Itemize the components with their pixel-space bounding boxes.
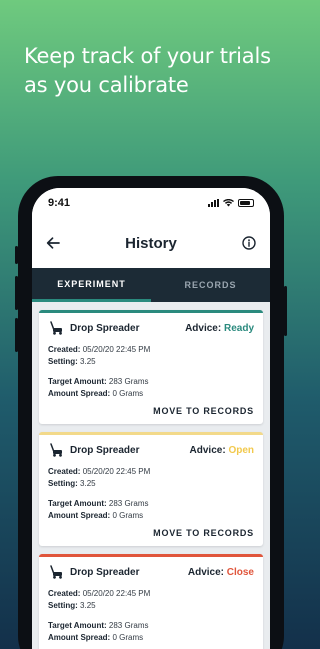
- created-line: Created: 05/20/20 22:45 PM: [48, 588, 254, 600]
- setting-label: Setting:: [48, 479, 78, 488]
- target-line: Target Amount: 283 Grams: [48, 620, 254, 632]
- info-button[interactable]: [238, 232, 260, 254]
- battery-icon: [238, 199, 254, 207]
- created-line: Created: 05/20/20 22:45 PM: [48, 466, 254, 478]
- spread-value: 0 Grams: [112, 511, 144, 520]
- target-line: Target Amount: 283 Grams: [48, 376, 254, 388]
- target-value: 283 Grams: [108, 377, 149, 386]
- setting-label: Setting:: [48, 357, 78, 366]
- nav-bar: History: [32, 218, 270, 268]
- advice-status: Advice: Open: [190, 445, 254, 456]
- target-line: Target Amount: 283 Grams: [48, 498, 254, 510]
- move-to-records-button[interactable]: MOVE TO RECORDS: [48, 406, 254, 416]
- spread-line: Amount Spread: 0 Grams: [48, 388, 254, 400]
- spread-label: Amount Spread:: [48, 511, 111, 520]
- advice-label: Advice:: [189, 444, 226, 456]
- headline: Keep track of your trials as you calibra…: [24, 44, 271, 97]
- status-time: 9:41: [48, 197, 71, 209]
- history-card[interactable]: Drop Spreader Advice: Open Created: 05/2…: [39, 432, 263, 546]
- created-line: Created: 05/20/20 22:45 PM: [48, 344, 254, 356]
- status-icons: [208, 199, 254, 207]
- phone-volume-down: [15, 318, 18, 352]
- spread-value: 0 Grams: [112, 633, 144, 642]
- wifi-icon: [223, 199, 234, 207]
- phone-side-button: [15, 246, 18, 264]
- history-card[interactable]: Drop Spreader Advice: Ready Created: 05/…: [39, 310, 263, 424]
- spread-label: Amount Spread:: [48, 389, 111, 398]
- tab-experiment[interactable]: EXPERIMENT: [32, 268, 151, 302]
- page-title: History: [125, 234, 177, 252]
- history-list: Drop Spreader Advice: Ready Created: 05/…: [32, 302, 270, 649]
- created-value: 05/20/20 22:45 PM: [82, 345, 151, 354]
- advice-label: Advice:: [185, 322, 222, 334]
- app-screen: 9:41 History EXPERIMENT RECORDS Drop Spr…: [32, 188, 270, 649]
- card-title: Drop Spreader: [70, 322, 140, 334]
- tab-records[interactable]: RECORDS: [151, 268, 270, 302]
- phone-frame: 9:41 History EXPERIMENT RECORDS Drop Spr…: [15, 176, 287, 649]
- spread-value: 0 Grams: [112, 389, 144, 398]
- spread-line: Amount Spread: 0 Grams: [48, 510, 254, 522]
- setting-line: Setting: 3.25: [48, 478, 254, 490]
- created-label: Created:: [48, 345, 81, 354]
- info-icon: [242, 236, 256, 250]
- signal-icon: [208, 199, 219, 207]
- spread-label: Amount Spread:: [48, 633, 111, 642]
- phone-volume-up: [15, 276, 18, 310]
- arrow-left-icon: [46, 237, 60, 249]
- target-value: 283 Grams: [108, 499, 149, 508]
- history-card[interactable]: Drop Spreader Advice: Close Created: 05/…: [39, 554, 263, 649]
- back-button[interactable]: [42, 232, 64, 254]
- created-value: 05/20/20 22:45 PM: [82, 467, 151, 476]
- advice-value: Close: [226, 566, 254, 578]
- created-label: Created:: [48, 467, 81, 476]
- spread-line: Amount Spread: 0 Grams: [48, 632, 254, 644]
- created-value: 05/20/20 22:45 PM: [82, 589, 151, 598]
- setting-value: 3.25: [80, 601, 96, 610]
- created-label: Created:: [48, 589, 81, 598]
- setting-label: Setting:: [48, 601, 78, 610]
- drop-spreader-icon: [50, 565, 62, 579]
- tab-bar: EXPERIMENT RECORDS: [32, 268, 270, 302]
- advice-value: Ready: [223, 322, 254, 334]
- drop-spreader-icon: [50, 443, 62, 457]
- advice-value: Open: [228, 444, 254, 456]
- target-label: Target Amount:: [48, 377, 107, 386]
- card-title: Drop Spreader: [70, 566, 140, 578]
- setting-value: 3.25: [80, 357, 96, 366]
- drop-spreader-icon: [50, 321, 62, 335]
- target-value: 283 Grams: [108, 621, 149, 630]
- setting-line: Setting: 3.25: [48, 356, 254, 368]
- status-bar: 9:41: [32, 188, 270, 218]
- move-to-records-button[interactable]: MOVE TO RECORDS: [48, 528, 254, 538]
- target-label: Target Amount:: [48, 499, 107, 508]
- phone-power-button: [284, 286, 287, 336]
- target-label: Target Amount:: [48, 621, 107, 630]
- advice-label: Advice:: [187, 566, 224, 578]
- advice-status: Advice: Ready: [185, 323, 254, 334]
- advice-status: Advice: Close: [188, 567, 254, 578]
- setting-line: Setting: 3.25: [48, 600, 254, 612]
- setting-value: 3.25: [80, 479, 96, 488]
- card-title: Drop Spreader: [70, 444, 140, 456]
